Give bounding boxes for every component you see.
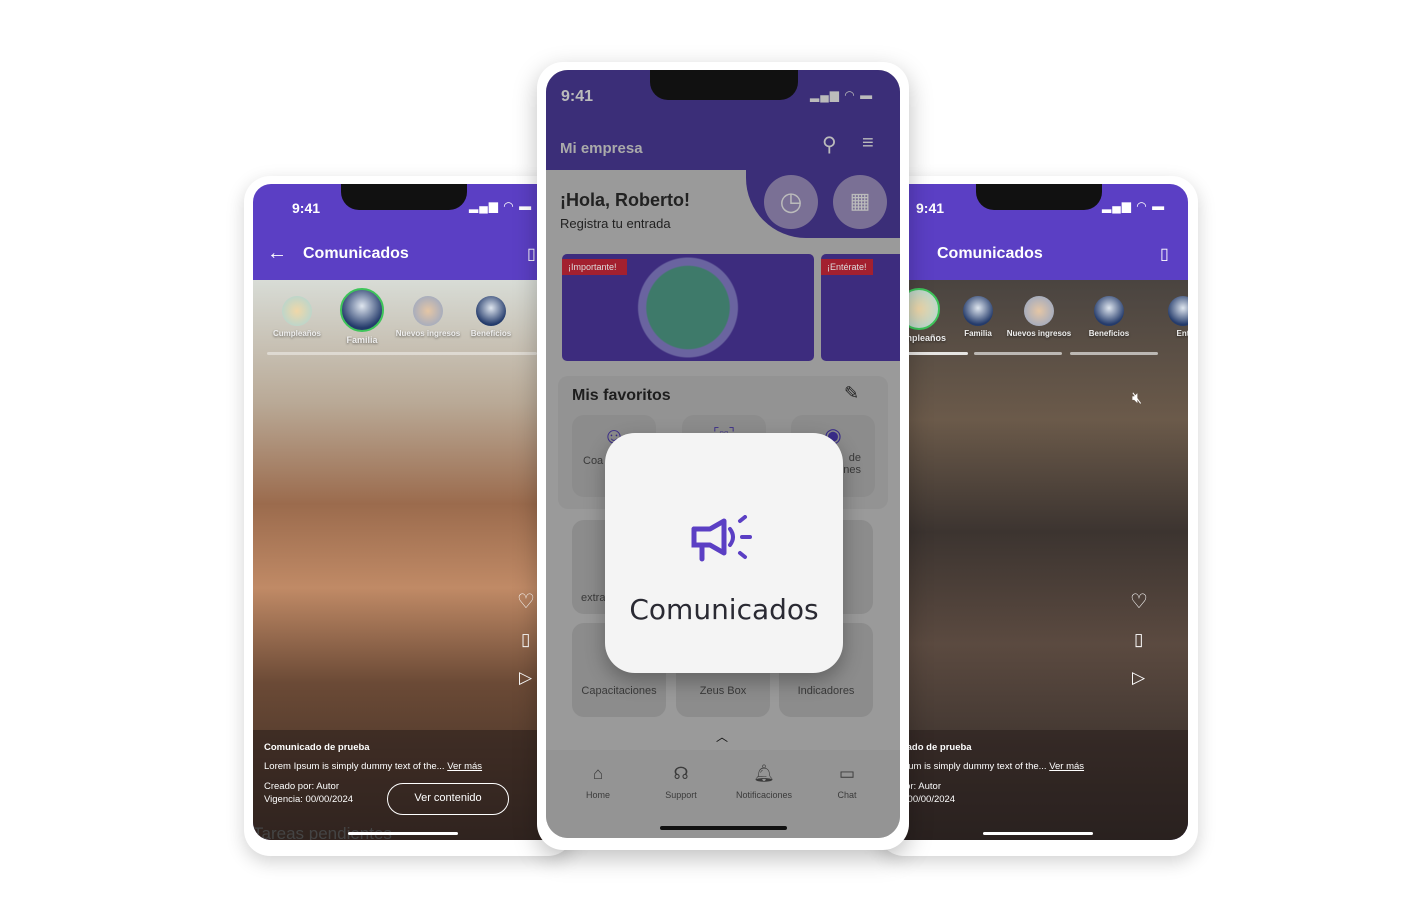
brand-logo: Mi empresa bbox=[560, 140, 643, 157]
signal-wifi-battery-icon: ▂▄▆ ◠ ▬ bbox=[810, 88, 874, 102]
story-progress bbox=[267, 352, 537, 355]
greeting: ¡Hola, Roberto! bbox=[560, 190, 690, 210]
banner-card[interactable]: ¡Importante! bbox=[562, 254, 814, 361]
status-time: 9:41 bbox=[292, 200, 321, 216]
comunicados-modal[interactable]: Comunicados bbox=[605, 433, 843, 673]
story-item[interactable]: Beneficios bbox=[463, 296, 519, 338]
bookmark-icon[interactable]: ▯ bbox=[1134, 630, 1143, 650]
bookmark-icon[interactable]: ▯ bbox=[1160, 244, 1169, 264]
story-item[interactable]: Cumpleaños bbox=[271, 296, 323, 338]
signal-wifi-battery-icon: ▂▄▆ ◠ ▬ bbox=[469, 199, 533, 213]
bell-icon: 🔔︎ bbox=[753, 764, 775, 783]
nav-chat[interactable]: ▭ Chat bbox=[812, 764, 882, 800]
nav-home[interactable]: ⌂ Home bbox=[563, 764, 633, 800]
megaphone-icon bbox=[691, 515, 752, 562]
heart-icon[interactable]: ♡ bbox=[517, 589, 535, 614]
header-title: Comunicados bbox=[303, 245, 409, 262]
post-author: Creado por: Autor bbox=[264, 781, 339, 792]
back-arrow-icon[interactable]: ← bbox=[267, 242, 287, 265]
chevron-up-icon[interactable]: ︿ bbox=[716, 728, 728, 745]
right-phone: 9:41 ▂▄▆ ◠ ▬ Comunicados ▯ Cumpleaños Fa… bbox=[878, 176, 1198, 856]
share-icon[interactable]: ▷ bbox=[1132, 668, 1145, 688]
mute-icon[interactable]: 🔇︎ bbox=[1132, 390, 1142, 408]
see-more-link[interactable]: Ver más bbox=[447, 761, 482, 772]
story-progress bbox=[974, 352, 1062, 355]
heart-icon[interactable]: ♡ bbox=[1130, 589, 1148, 614]
search-icon[interactable]: ⚲ bbox=[822, 132, 837, 157]
banner-tag: ¡Entérate! bbox=[821, 259, 873, 275]
story-item[interactable]: Ent bbox=[1168, 296, 1188, 338]
bookmark-icon[interactable]: ▯ bbox=[521, 630, 530, 650]
share-icon[interactable]: ▷ bbox=[519, 668, 532, 688]
clock-button[interactable]: ◷ bbox=[764, 175, 818, 229]
left-phone: 9:41 ▂▄▆ ◠ ▬ ← Comunicados ▯ Cumpleaños … bbox=[244, 176, 574, 856]
story-item-active[interactable]: Familia bbox=[335, 288, 389, 345]
headset-icon: ☊ bbox=[673, 764, 689, 783]
center-phone: 9:41 ▂▄▆ ◠ ▬ Mi empresa ⚲ ≡ ¡Hola, Rober… bbox=[537, 62, 909, 850]
edit-icon[interactable]: ✎ bbox=[844, 383, 859, 404]
story-item[interactable]: Familia bbox=[958, 296, 998, 338]
story-progress bbox=[1070, 352, 1158, 355]
bookmark-icon[interactable]: ▯ bbox=[527, 244, 536, 264]
qr-button[interactable]: ▦ bbox=[833, 175, 887, 229]
post-text: Lorem Ipsum is simply dummy text of the.… bbox=[888, 761, 1085, 772]
post-title: Comunicado de prueba bbox=[264, 742, 370, 753]
banner-card[interactable]: ¡Entérate! bbox=[821, 254, 900, 361]
post-text: Lorem Ipsum is simply dummy text of the.… bbox=[264, 761, 483, 772]
story-item[interactable]: Beneficios bbox=[1084, 296, 1134, 338]
nav-support[interactable]: ☊ Support bbox=[646, 764, 716, 800]
status-time: 9:41 bbox=[561, 88, 594, 105]
nav-notifications[interactable]: 🔔︎ Notificaciones bbox=[729, 764, 799, 800]
view-content-button[interactable]: Ver contenido bbox=[387, 783, 509, 815]
story-item[interactable]: Nuevos ingresos bbox=[1006, 296, 1072, 338]
post-validity: Vigencia: 00/00/2024 bbox=[264, 794, 354, 805]
greeting-subtitle: Registra tu entrada bbox=[560, 216, 671, 231]
home-icon: ⌂ bbox=[592, 764, 604, 783]
header-title: Comunicados bbox=[937, 245, 1043, 262]
menu-icon[interactable]: ≡ bbox=[862, 132, 874, 155]
status-time: 9:41 bbox=[916, 200, 945, 216]
signal-wifi-battery-icon: ▂▄▆ ◠ ▬ bbox=[1102, 199, 1166, 213]
see-more-link[interactable]: Ver más bbox=[1049, 761, 1084, 772]
banner-tag: ¡Importante! bbox=[562, 259, 627, 275]
modal-label: Comunicados bbox=[629, 593, 819, 626]
favorites-title: Mis favoritos bbox=[572, 387, 671, 404]
story-item[interactable]: Nuevos ingresos bbox=[393, 296, 463, 338]
chat-icon: ▭ bbox=[838, 764, 856, 783]
